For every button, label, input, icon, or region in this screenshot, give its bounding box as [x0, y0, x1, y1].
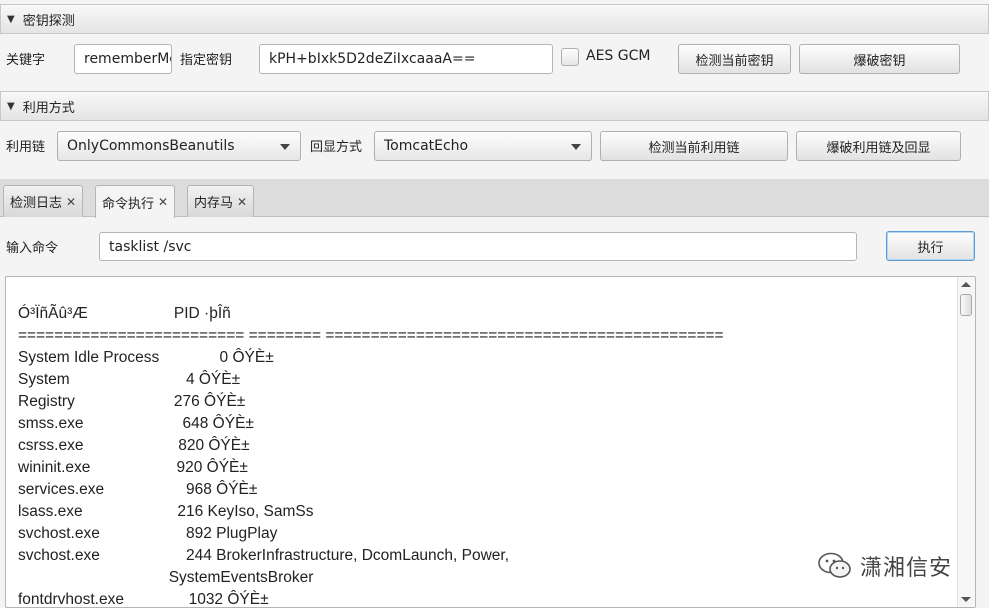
chevron-down-icon: [280, 144, 290, 150]
key-detection-pane: 关键字 rememberMe 指定密钥 kPH+bIxk5D2deZiIxcaa…: [0, 34, 989, 88]
tab-bar: 检测日志 ✕ 命令执行 ✕ 内存马 ✕: [0, 179, 989, 218]
brute-key-button[interactable]: 爆破密钥: [799, 44, 960, 74]
command-input[interactable]: tasklist /svc: [99, 232, 857, 261]
close-icon[interactable]: ✕: [237, 195, 247, 209]
chain-label: 利用链: [6, 140, 46, 155]
exploit-method-pane: 利用链 OnlyCommonsBeanutils 回显方式 TomcatEcho…: [0, 121, 989, 179]
watermark: 潇湘信安: [818, 550, 952, 582]
aes-gcm-checkbox[interactable]: [561, 48, 579, 66]
collapse-triangle-icon[interactable]: ▼: [7, 101, 15, 112]
key-input[interactable]: kPH+bIxk5D2deZiIxcaaaA==: [259, 44, 553, 74]
echo-select[interactable]: TomcatEcho: [374, 131, 592, 161]
close-icon[interactable]: ✕: [66, 195, 76, 209]
chain-select-value: OnlyCommonsBeanutils: [67, 138, 235, 154]
close-icon[interactable]: ✕: [158, 195, 168, 209]
brute-chain-button[interactable]: 爆破利用链及回显: [796, 131, 961, 161]
exploit-method-title: 利用方式: [22, 100, 75, 116]
chevron-down-icon: [571, 144, 581, 150]
collapse-triangle-icon[interactable]: ▼: [7, 14, 15, 25]
echo-label: 回显方式: [310, 140, 363, 155]
tab-detection-log[interactable]: 检测日志 ✕: [3, 185, 84, 217]
tab-label: 命令执行: [102, 196, 155, 212]
detect-chain-button[interactable]: 检测当前利用链: [600, 131, 788, 161]
vertical-scrollbar[interactable]: [957, 277, 975, 607]
tab-label: 内存马: [194, 196, 234, 211]
scroll-down-icon[interactable]: [961, 597, 971, 602]
exploit-method-header[interactable]: ▼ 利用方式: [0, 91, 989, 121]
scroll-up-icon[interactable]: [961, 282, 971, 287]
detect-key-button[interactable]: 检测当前密钥: [678, 44, 791, 74]
output-text: Ó³ÏñÃû³Æ PID ·þÎñ ======================…: [18, 305, 724, 608]
execute-button[interactable]: 执行: [886, 231, 975, 261]
wechat-icon: [818, 552, 851, 578]
scrollbar-thumb[interactable]: [960, 294, 972, 316]
command-label: 输入命令: [6, 241, 59, 256]
watermark-text: 潇湘信安: [860, 556, 953, 581]
tab-memshell[interactable]: 内存马 ✕: [187, 185, 255, 217]
key-detection-title: 密钥探测: [22, 13, 75, 29]
tab-command-exec[interactable]: 命令执行 ✕: [95, 185, 176, 218]
chain-select[interactable]: OnlyCommonsBeanutils: [57, 131, 301, 161]
specify-key-label: 指定密钥: [180, 53, 233, 68]
echo-select-value: TomcatEcho: [384, 138, 469, 154]
keyword-input[interactable]: rememberMe: [74, 44, 172, 74]
tab-label: 检测日志: [10, 196, 63, 211]
aes-gcm-label: AES GCM: [586, 48, 651, 64]
keyword-label: 关键字: [6, 53, 46, 68]
key-detection-header[interactable]: ▼ 密钥探测: [0, 4, 989, 34]
